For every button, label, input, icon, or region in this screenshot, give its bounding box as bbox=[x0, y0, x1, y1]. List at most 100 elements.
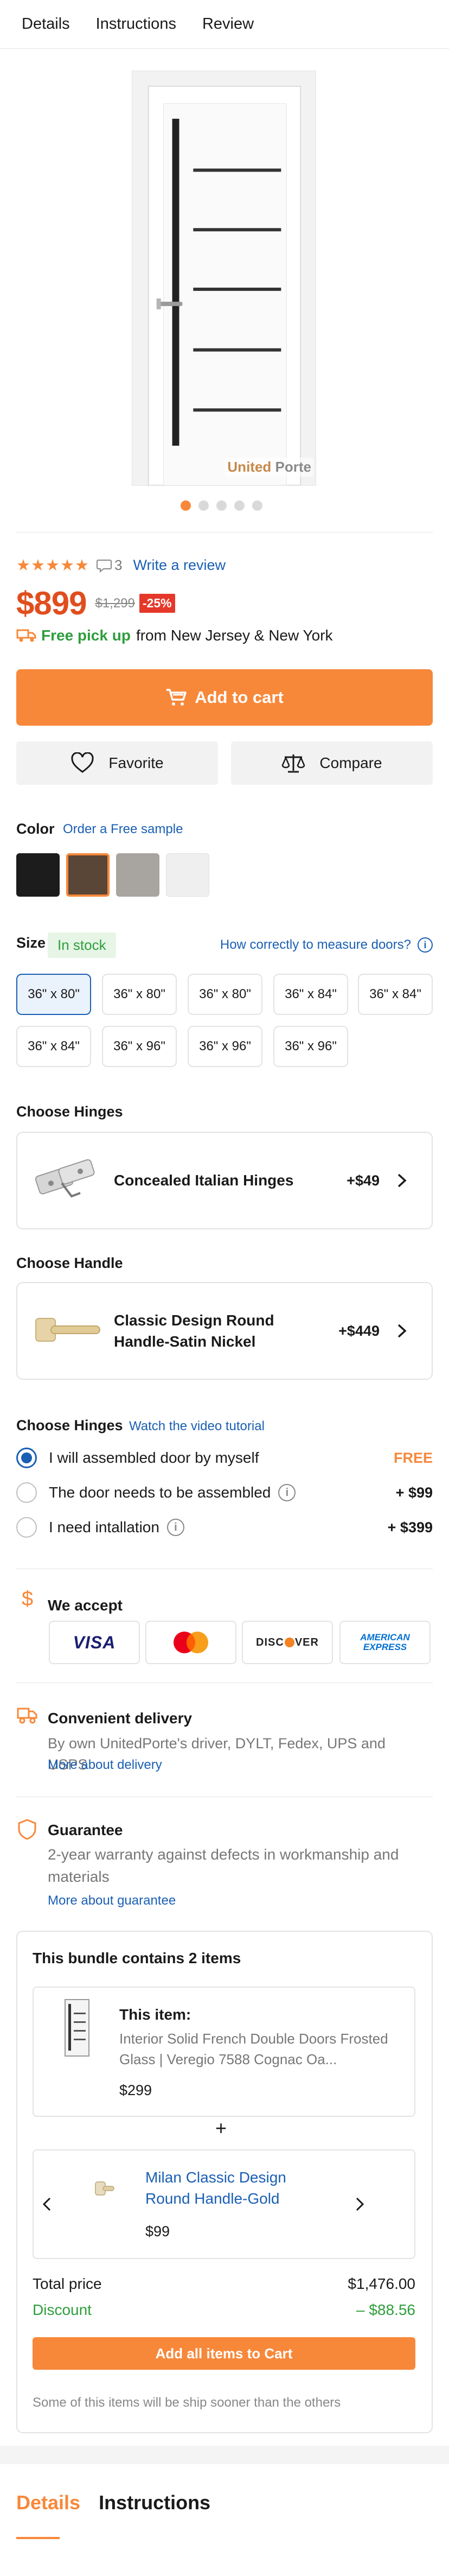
assembly-option[interactable]: I will assembled door by myself FREE bbox=[16, 1443, 433, 1473]
info-icon: i bbox=[418, 937, 433, 953]
size-option[interactable]: 36" x 80" bbox=[188, 974, 262, 1015]
color-swatch-brown[interactable] bbox=[66, 853, 110, 897]
assembly-option[interactable]: The door needs to be assembled i + $99 bbox=[16, 1477, 433, 1508]
guarantee-title: Guarantee bbox=[48, 1822, 123, 1838]
delivery-truck-icon bbox=[17, 1708, 37, 1724]
radio[interactable] bbox=[16, 1517, 37, 1538]
bundle-item-desc: Interior Solid French Double Doors Frost… bbox=[119, 2031, 388, 2067]
brand-logo: United Porte bbox=[225, 458, 313, 477]
compare-label: Compare bbox=[319, 754, 382, 771]
bundle-item-this[interactable]: This item: Interior Solid French Double … bbox=[33, 1987, 415, 2117]
section-separator bbox=[0, 2446, 449, 2464]
compare-button[interactable]: Compare bbox=[231, 741, 433, 785]
size-option[interactable]: 36" x 80" bbox=[102, 974, 177, 1015]
handle-option-card[interactable]: Classic Design Round Handle-Satin Nickel … bbox=[16, 1282, 433, 1380]
hinges-name: Concealed Italian Hinges bbox=[114, 1172, 294, 1189]
assembly-option-price: + $99 bbox=[395, 1484, 433, 1501]
assembly-label: Choose Hinges bbox=[16, 1417, 123, 1433]
pickup-location: from New Jersey & New York bbox=[136, 627, 333, 644]
bundle-accessory-name[interactable]: Milan Classic Design Round Handle-Gold bbox=[145, 2167, 308, 2209]
bottom-tab-instructions[interactable]: Instructions bbox=[99, 2491, 210, 2539]
gallery-dot[interactable] bbox=[234, 500, 245, 511]
add-all-to-cart-button[interactable]: Add all items to Cart bbox=[33, 2337, 415, 2370]
visa-logo: VISA bbox=[49, 1621, 140, 1664]
write-review-link[interactable]: Write a review bbox=[133, 557, 226, 574]
gallery-dot[interactable] bbox=[181, 500, 191, 511]
guarantee-link[interactable]: More about guarantee bbox=[48, 1893, 176, 1908]
handle-name: Classic Design Round Handle-Satin Nickel bbox=[114, 1311, 274, 1350]
heart-icon bbox=[71, 752, 94, 773]
assembly-option-label: I need intallation bbox=[49, 1519, 159, 1536]
discount-badge: -25% bbox=[139, 594, 175, 613]
delivery-title: Convenient delivery bbox=[48, 1710, 193, 1727]
product-gallery: United Porte bbox=[0, 49, 449, 537]
bundle-item-price: $299 bbox=[119, 2082, 152, 2098]
gallery-dot[interactable] bbox=[198, 500, 209, 511]
discount-row: Discount – $88.56 bbox=[33, 2301, 415, 2319]
radio[interactable] bbox=[16, 1482, 37, 1503]
color-swatch-gray[interactable] bbox=[116, 853, 159, 897]
payment-title: We accept bbox=[48, 1597, 123, 1614]
measure-link-label: How correctly to measure doors? bbox=[220, 937, 411, 952]
bundle-accessory-price: $99 bbox=[145, 2223, 170, 2239]
chevron-right-icon bbox=[397, 1173, 407, 1188]
info-icon[interactable]: i bbox=[278, 1484, 296, 1501]
plus-sign: + bbox=[215, 2117, 227, 2139]
handle-label: Choose Handle bbox=[16, 1255, 123, 1271]
gallery-dot[interactable] bbox=[216, 500, 227, 511]
order-sample-link[interactable]: Order a Free sample bbox=[63, 822, 183, 837]
size-option[interactable]: 36" x 96" bbox=[188, 1026, 262, 1067]
hinges-option-card[interactable]: Concealed Italian Hinges +$49 bbox=[16, 1132, 433, 1229]
add-to-cart-label: Add to cart bbox=[195, 688, 284, 707]
bundle-door-thumb bbox=[65, 1999, 89, 2057]
old-price: $1,299 bbox=[95, 595, 135, 611]
chevron-left-icon[interactable] bbox=[41, 2196, 53, 2212]
size-option[interactable]: 36" x 84" bbox=[273, 974, 348, 1015]
comment-icon bbox=[97, 559, 112, 573]
hinge-image bbox=[35, 1159, 95, 1198]
tab-details[interactable]: Details bbox=[22, 15, 70, 33]
chevron-right-icon[interactable] bbox=[354, 2196, 365, 2212]
assembly-option-price: FREE bbox=[393, 1449, 433, 1466]
discount-label: Discount bbox=[33, 2301, 92, 2318]
bottom-tab-details[interactable]: Details bbox=[16, 2491, 80, 2539]
size-option[interactable]: 36" x 96" bbox=[102, 1026, 177, 1067]
assembly-option-label: The door needs to be assembled bbox=[49, 1484, 271, 1501]
top-tab-bar: Details Instructions Review bbox=[0, 0, 449, 49]
guarantee-text: 2-year warranty against defects in workm… bbox=[48, 1846, 399, 1885]
video-tutorial-link[interactable]: Watch the video tutorial bbox=[129, 1419, 265, 1434]
tab-instructions[interactable]: Instructions bbox=[96, 15, 176, 33]
bundle-item-accessory[interactable]: Milan Classic Design Round Handle-Gold $… bbox=[33, 2149, 415, 2259]
add-to-cart-button[interactable]: Add to cart bbox=[16, 669, 433, 726]
price-row: $899 $1,299 -25% bbox=[16, 585, 175, 622]
color-swatch-black[interactable] bbox=[16, 853, 60, 897]
gallery-dot[interactable] bbox=[252, 500, 262, 511]
measure-link[interactable]: How correctly to measure doors? i bbox=[220, 937, 433, 953]
assembly-option-label: I will assembled door by myself bbox=[49, 1449, 259, 1466]
dollar-icon: $ bbox=[22, 1588, 33, 1609]
door-product-image[interactable]: United Porte bbox=[132, 71, 316, 486]
bottom-tab-bar: Details Instructions bbox=[16, 2491, 229, 2539]
color-swatch-white[interactable] bbox=[166, 853, 209, 897]
size-label: Size bbox=[16, 935, 46, 951]
scales-icon bbox=[282, 754, 305, 773]
delivery-link[interactable]: More about delivery bbox=[48, 1757, 162, 1773]
radio-checked[interactable] bbox=[16, 1448, 37, 1468]
handle-image bbox=[35, 1318, 100, 1342]
info-icon[interactable]: i bbox=[166, 1519, 184, 1536]
rating-stars: ★★★★★ bbox=[16, 557, 89, 574]
gallery-dots bbox=[181, 500, 270, 511]
size-option[interactable]: 36" x 84" bbox=[358, 974, 433, 1015]
tab-review[interactable]: Review bbox=[202, 15, 254, 33]
total-row: Total price $1,476.00 bbox=[33, 2275, 415, 2293]
bundle-item-label: This item: bbox=[119, 2006, 191, 2023]
size-option[interactable]: 36" x 80" bbox=[16, 974, 91, 1015]
assembly-option-price: + $399 bbox=[387, 1519, 433, 1536]
size-option[interactable]: 36" x 84" bbox=[16, 1026, 91, 1067]
hinges-price: +$49 bbox=[347, 1172, 380, 1189]
mastercard-logo bbox=[145, 1621, 236, 1664]
size-option[interactable]: 36" x 96" bbox=[273, 1026, 348, 1067]
favorite-button[interactable]: Favorite bbox=[16, 741, 218, 785]
assembly-option[interactable]: I need intallation i + $399 bbox=[16, 1512, 433, 1543]
discover-logo: DISC VER bbox=[242, 1621, 333, 1664]
